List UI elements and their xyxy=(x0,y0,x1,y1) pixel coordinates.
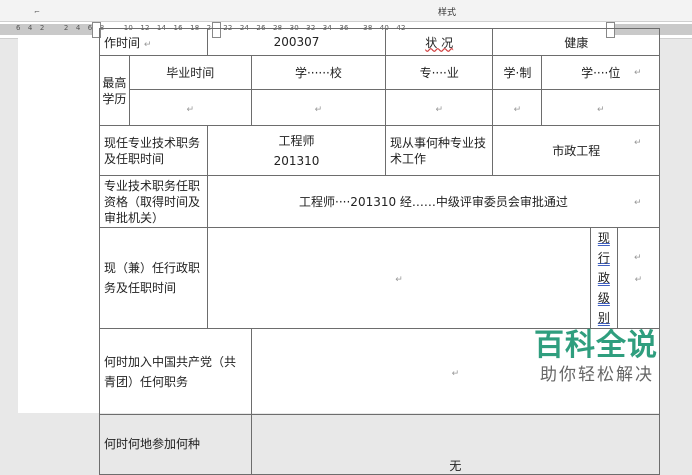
document-page[interactable]: 作时间 ↵ 200307 状 况 健康 最高学历 毕业时间 学······校 专… xyxy=(18,28,661,475)
table-cell[interactable]: 毕业时间 xyxy=(128,55,252,90)
watermark-logo: 百科全说 助你轻松解决 xyxy=(498,318,660,413)
specialty-value: 市政工程 xyxy=(552,144,601,158)
col-header-major: 专····业 xyxy=(419,66,459,80)
table-cell[interactable]: 状 况 xyxy=(385,28,494,56)
table-cell[interactable]: ↵ xyxy=(206,227,591,329)
work-time-label: 作时间 xyxy=(104,35,141,50)
admin-level-label: 现行政级别 xyxy=(597,231,610,325)
watermark-title: 百科全说 xyxy=(534,328,658,363)
party-membership-label: 何时加入中国共产党（共青团）任何职务 xyxy=(104,354,237,389)
table-cell[interactable]: 市政工程 xyxy=(492,125,660,176)
table-cell[interactable]: 何时加入中国共产党（共青团）任何职务 xyxy=(99,328,252,415)
dialog-launcher-icon[interactable]: ⌐ xyxy=(34,8,40,16)
table-cell[interactable]: 现任专业技术职务及任职时间 xyxy=(99,125,208,176)
work-time-value: 200307 xyxy=(273,35,320,49)
table-row: 现（兼）任行政职务及任职时间 ↵ 现行政级别 ↵ xyxy=(99,227,661,329)
table-cell[interactable]: ↵ xyxy=(492,89,543,126)
table-cell[interactable]: 健康 xyxy=(492,28,660,56)
table-cell[interactable]: 现行政级别 xyxy=(589,227,618,329)
watermark-subtitle: 助你轻松解决 xyxy=(540,365,654,385)
current-title-value: 工程师 xyxy=(278,133,315,148)
table-cell[interactable]: 学····位 xyxy=(541,55,660,90)
table-row: 专业技术职务任职资格（取得时间及审批机关） 工程师····201310 经……中… xyxy=(99,175,661,228)
end-of-row-mark: ↵ xyxy=(634,68,642,78)
col-header-degree: 学····位 xyxy=(581,66,621,80)
table-cell[interactable]: 无 xyxy=(250,414,661,475)
current-title-date: 201310 xyxy=(273,153,320,168)
table-cell[interactable]: 专····业 xyxy=(385,55,494,90)
table-cell[interactable]: 专业技术职务任职资格（取得时间及审批机关） xyxy=(99,175,208,228)
ribbon-bar: ⌐ 样式 xyxy=(0,0,692,21)
styles-group-label: 样式 xyxy=(438,8,457,18)
table-cell[interactable]: 作时间 ↵ xyxy=(99,28,208,56)
work-history-value: 无 xyxy=(449,459,462,473)
table-row: 现任专业技术职务及任职时间 工程师 201310 现从事何种专业技术工作 市政工… xyxy=(99,125,660,176)
table-cell[interactable]: 学·制 xyxy=(492,55,543,90)
table-cell[interactable]: ↵ xyxy=(128,89,252,126)
table-row: 作时间 ↵ 200307 状 况 健康 xyxy=(99,28,660,56)
qualification-label: 专业技术职务任职资格（取得时间及审批机关） xyxy=(104,178,201,225)
col-header-grad-time: 毕业时间 xyxy=(166,66,215,80)
col-header-school: 学······校 xyxy=(294,66,342,80)
qualification-value: 工程师····201310 经……中级评审委员会审批通过 xyxy=(299,195,568,209)
specialty-label: 现从事何种专业技术工作 xyxy=(390,135,487,166)
table-cell[interactable]: 何时何地参加何种 xyxy=(99,414,252,475)
table-cell[interactable]: ↵ xyxy=(385,89,494,126)
table-cell[interactable]: ↵ xyxy=(250,89,387,126)
health-status-value: 健康 xyxy=(564,35,589,50)
work-history-label: 何时何地参加何种 xyxy=(104,437,201,451)
table-cell[interactable]: ↵ xyxy=(541,89,660,126)
end-of-row-mark: ↵ xyxy=(634,138,642,148)
end-of-row-mark: ↵ xyxy=(634,253,642,263)
table-cell[interactable]: ↵ xyxy=(616,227,661,329)
table-cell[interactable]: 学······校 xyxy=(250,55,387,90)
table-row: 何时何地参加何种 无 xyxy=(99,414,661,475)
education-label-cell[interactable]: 最高学历 xyxy=(99,55,130,126)
table-cell[interactable]: 工程师 201310 xyxy=(206,125,387,176)
col-header-duration: 学·制 xyxy=(503,66,532,80)
table-cell[interactable]: 现从事何种专业技术工作 xyxy=(385,125,494,176)
table-row: 最高学历 毕业时间 学······校 专····业 学·制 学····位 xyxy=(99,55,660,126)
admin-post-label: 现（兼）任行政职务及任职时间 xyxy=(104,261,201,295)
current-title-label: 现任专业技术职务及任职时间 xyxy=(104,135,201,166)
education-label: 最高学历 xyxy=(102,75,127,106)
table-cell[interactable]: 工程师····201310 经……中级评审委员会审批通过 xyxy=(206,175,661,228)
end-of-row-mark: ↵ xyxy=(634,198,642,208)
health-status-label: 状 况 xyxy=(425,35,454,50)
table-cell[interactable]: 200307 xyxy=(206,28,387,56)
table-cell[interactable]: 现（兼）任行政职务及任职时间 xyxy=(99,227,208,329)
table-row: ↵ ↵ ↵ ↵ ↵ xyxy=(100,89,660,126)
